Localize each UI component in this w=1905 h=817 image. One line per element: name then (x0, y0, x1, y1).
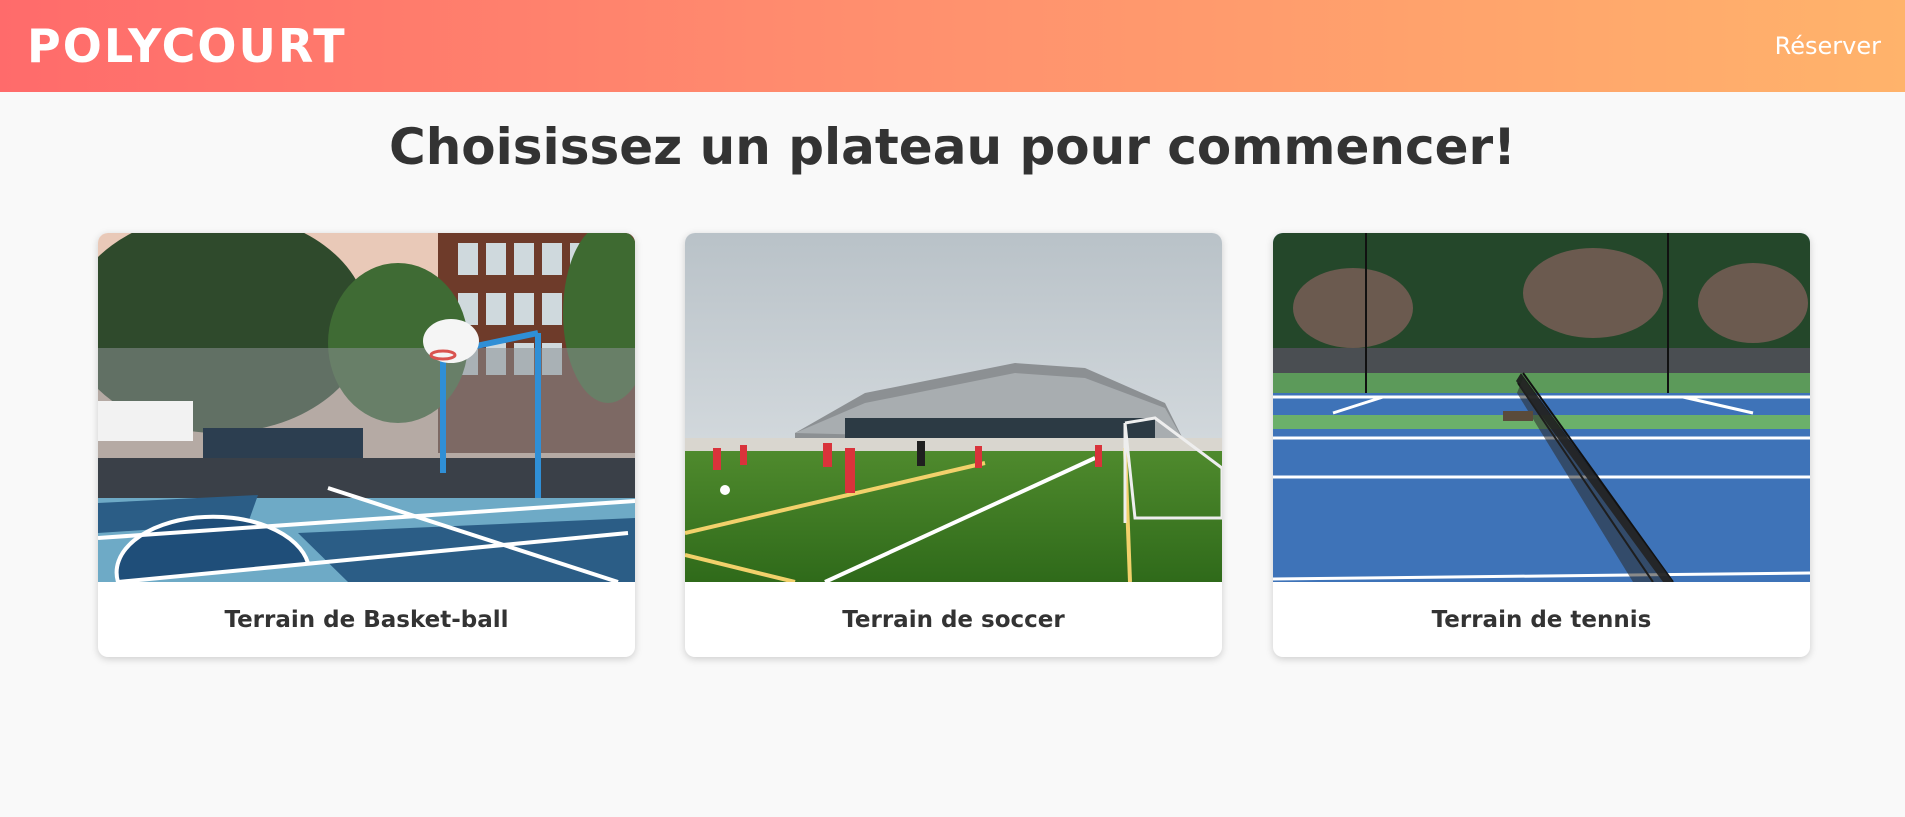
card-soccer[interactable]: Terrain de soccer (685, 233, 1222, 657)
card-soccer-label: Terrain de soccer (842, 606, 1065, 633)
card-basketball-label: Terrain de Basket-ball (224, 606, 509, 633)
reserve-link[interactable]: Réserver (1775, 32, 1881, 60)
tennis-court-image (1273, 233, 1810, 582)
top-navbar: POLYCOURT Réserver (0, 0, 1905, 92)
card-tennis-label: Terrain de tennis (1431, 606, 1652, 633)
card-tennis[interactable]: Terrain de tennis (1273, 233, 1810, 657)
page-title: Choisissez un plateau pour commencer! (389, 118, 1516, 176)
soccer-field-image (685, 233, 1222, 582)
brand-logo[interactable]: POLYCOURT (27, 19, 347, 73)
basketball-court-image (98, 233, 635, 582)
card-basketball[interactable]: Terrain de Basket-ball (98, 233, 635, 657)
